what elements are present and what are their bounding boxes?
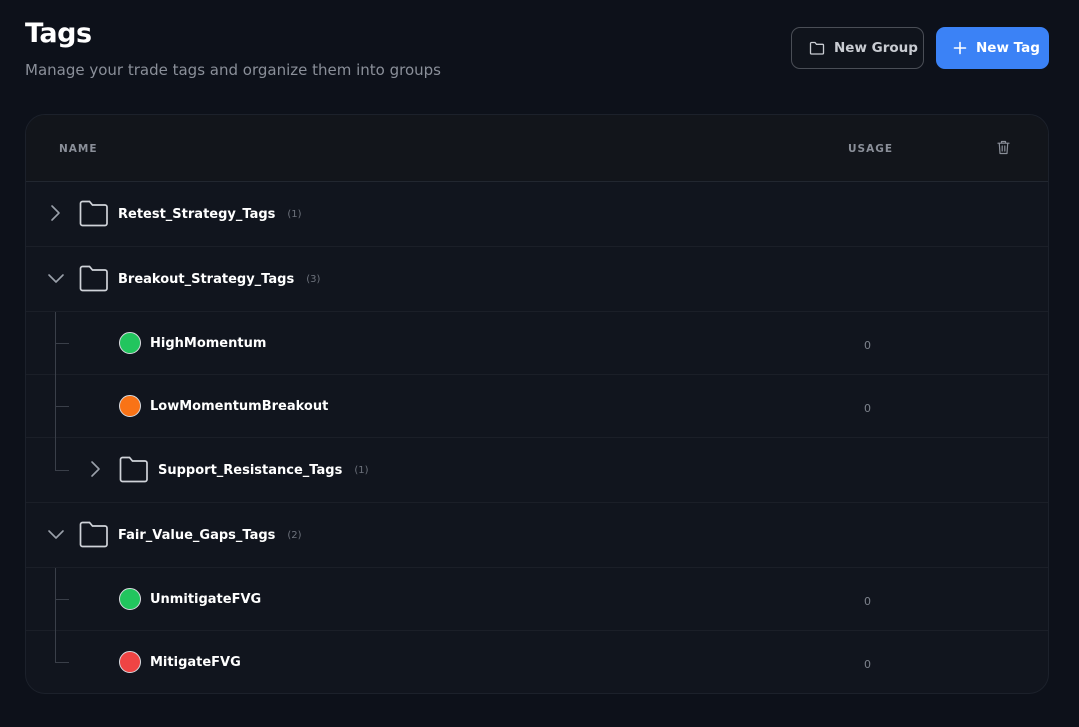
folder-count: (1) — [354, 464, 369, 476]
folder-icon — [119, 456, 148, 483]
folder-row-breakout-strategy[interactable]: Breakout_Strategy_Tags (3) — [26, 247, 1048, 312]
folder-icon — [79, 521, 108, 548]
tag-row-mitigatefvg[interactable]: MitigateFVG 0 — [26, 631, 1048, 693]
usage-count: 0 — [864, 338, 871, 352]
table-header: NAME USAGE — [26, 115, 1048, 182]
new-tag-label: New Tag — [976, 40, 1040, 56]
folder-icon — [79, 265, 108, 292]
page-title: Tags — [25, 18, 92, 49]
tag-color-dot[interactable] — [119, 332, 141, 354]
column-header-usage: USAGE — [848, 143, 894, 155]
column-header-name: NAME — [59, 143, 98, 155]
folder-icon — [79, 200, 108, 227]
tag-label: HighMomentum — [150, 335, 267, 351]
folder-row-support-resistance[interactable]: Support_Resistance_Tags (1) — [26, 438, 1048, 503]
tag-color-dot[interactable] — [119, 651, 141, 673]
tree-line — [55, 631, 56, 663]
usage-count: 0 — [864, 594, 871, 608]
tree-branch — [55, 343, 69, 344]
page-subtitle: Manage your trade tags and organize them… — [25, 61, 441, 79]
usage-count: 0 — [864, 658, 871, 671]
folder-count: (3) — [306, 273, 321, 285]
tag-label: MitigateFVG — [150, 655, 241, 670]
folder-label: Support_Resistance_Tags (1) — [158, 462, 369, 478]
folder-label: Breakout_Strategy_Tags (3) — [118, 271, 321, 287]
trash-icon[interactable] — [997, 140, 1010, 155]
tag-row-unmitigatefvg[interactable]: UnmitigateFVG 0 — [26, 568, 1048, 631]
folder-icon — [809, 41, 825, 55]
tree-branch — [55, 470, 69, 471]
folder-row-retest-strategy[interactable]: Retest_Strategy_Tags (1) — [26, 182, 1048, 247]
tree-branch — [55, 406, 69, 407]
chevron-down-icon[interactable] — [47, 271, 65, 285]
tree-branch — [55, 662, 69, 663]
plus-icon — [953, 41, 967, 55]
chevron-right-icon[interactable] — [88, 460, 102, 478]
folder-count: (1) — [287, 208, 302, 220]
tags-table: NAME USAGE Retest_Strategy_Tags (1) Break… — [25, 114, 1049, 694]
new-group-label: New Group — [834, 40, 918, 56]
folder-label: Fair_Value_Gaps_Tags (2) — [118, 527, 302, 543]
tag-label: UnmitigateFVG — [150, 591, 262, 607]
folder-row-fair-value-gaps[interactable]: Fair_Value_Gaps_Tags (2) — [26, 503, 1048, 568]
tag-color-dot[interactable] — [119, 395, 141, 417]
tag-color-dot[interactable] — [119, 588, 141, 610]
folder-count: (2) — [287, 529, 302, 541]
tree-line — [55, 438, 56, 471]
chevron-down-icon[interactable] — [47, 527, 65, 541]
new-tag-button[interactable]: New Tag — [936, 27, 1049, 69]
page-header: Tags Manage your trade tags and organize… — [25, 18, 441, 79]
tag-label: LowMomentumBreakout — [150, 398, 329, 414]
new-group-button[interactable]: New Group — [791, 27, 924, 69]
tree-branch — [55, 599, 69, 600]
tag-row-highmomentum[interactable]: HighMomentum 0 — [26, 312, 1048, 375]
folder-label: Retest_Strategy_Tags (1) — [118, 206, 302, 222]
usage-count: 0 — [864, 401, 871, 415]
chevron-right-icon[interactable] — [48, 204, 62, 222]
tag-row-lowmomentumbreakout[interactable]: LowMomentumBreakout 0 — [26, 375, 1048, 438]
